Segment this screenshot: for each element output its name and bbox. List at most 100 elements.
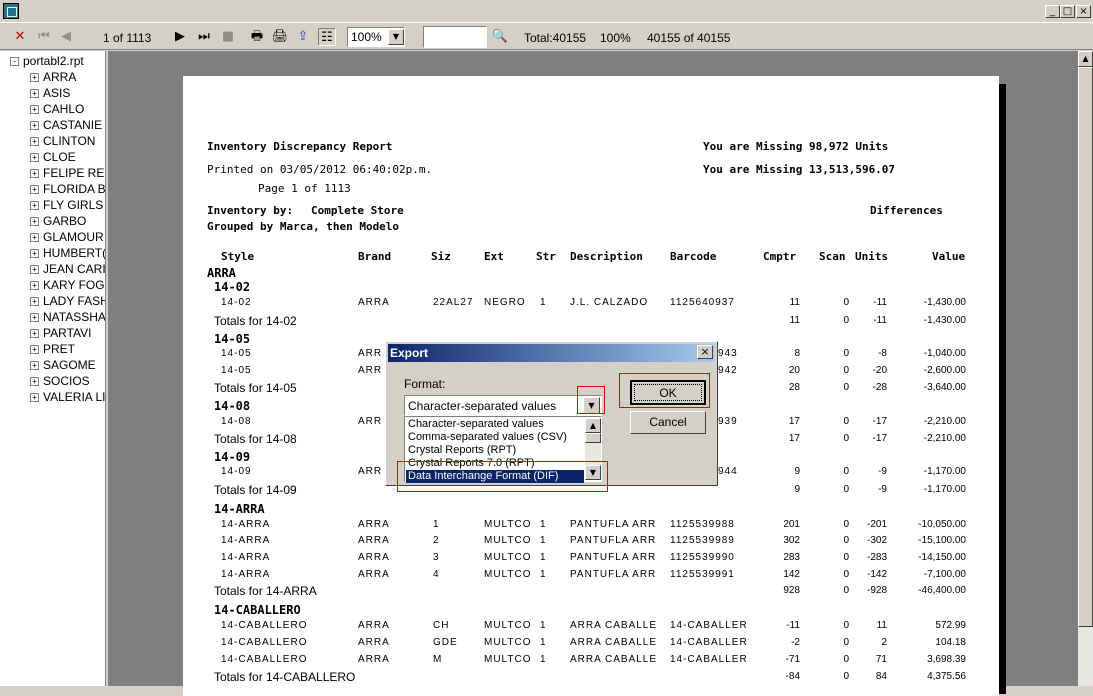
totals-units: -928 (866, 585, 887, 596)
dialog-title: Export (388, 344, 715, 362)
row-str: 1 (540, 654, 547, 665)
scroll-up-icon[interactable]: ▲ (1078, 51, 1093, 67)
expand-icon[interactable]: + (30, 169, 39, 179)
row-description: ARRA CABALLE (570, 620, 658, 631)
row-ext: MULTCO (484, 535, 532, 546)
expand-icon[interactable]: + (30, 361, 39, 371)
expand-icon[interactable]: + (30, 345, 39, 355)
header-value: Value (932, 250, 966, 263)
tree-item[interactable]: + SOCIOS (30, 373, 90, 389)
format-select[interactable]: Character-separated values ▼ (404, 395, 602, 416)
scroll-thumb[interactable] (1078, 67, 1093, 627)
last-page-icon[interactable]: ⏭ (196, 28, 212, 46)
format-option[interactable]: Comma-separated values (CSV) (406, 431, 584, 444)
row-scan: 0 (843, 348, 849, 359)
cancel-button[interactable]: Cancel (630, 411, 706, 434)
next-page-icon[interactable]: ▶ (172, 28, 188, 46)
zoom-select[interactable]: 100% ▼ (347, 27, 405, 47)
tree-item[interactable]: + NATASSHA (30, 309, 105, 325)
tree-item[interactable]: + PRET (30, 341, 75, 357)
printer-setup-icon[interactable]: 🖨 (271, 28, 289, 46)
vertical-scrollbar[interactable]: ▲ (1078, 51, 1093, 686)
previous-page-icon[interactable]: ◀ (58, 28, 74, 46)
row-description: PANTUFLA ARR (570, 569, 657, 580)
tree-item[interactable]: + CAHLO (30, 101, 84, 117)
tree-item[interactable]: + ARRA (30, 69, 76, 85)
row-size: 2 (433, 535, 440, 546)
row-cmptr: 8 (794, 348, 800, 359)
tree-item[interactable]: + ASIS (30, 85, 70, 101)
group-tree-toggle-icon[interactable]: ☷ (318, 28, 336, 46)
tree-item[interactable]: + LADY FASH (30, 293, 105, 309)
stop-loading-icon[interactable]: ■ (220, 28, 236, 46)
tree-item-label: JEAN CARI (43, 262, 106, 276)
totals-cmptr: 11 (789, 315, 800, 326)
tree-item[interactable]: + CLINTON (30, 133, 95, 149)
maximize-button[interactable]: □ (1060, 5, 1075, 18)
format-option[interactable]: Character-separated values (406, 418, 584, 431)
row-size: 22AL27 (433, 297, 474, 308)
tree-item[interactable]: + PARTAVI (30, 325, 91, 341)
print-icon[interactable]: 🖶 (248, 28, 266, 46)
list-scroll-thumb[interactable] (585, 433, 601, 443)
row-str: 1 (540, 637, 547, 648)
header-brand: Brand (358, 250, 392, 263)
expand-icon[interactable]: + (30, 217, 39, 227)
tree-item[interactable]: + GLAMOUR (30, 229, 104, 245)
tree-item[interactable]: + CASTANIE (30, 117, 102, 133)
search-input[interactable] (423, 26, 487, 48)
expand-icon[interactable]: + (30, 393, 39, 403)
zoom-value: 100% (351, 30, 382, 44)
row-brand: ARRA (358, 519, 390, 530)
expand-icon[interactable]: + (30, 153, 39, 163)
list-scroll-up-icon[interactable]: ▲ (585, 418, 601, 433)
dialog-close-button[interactable]: × (697, 345, 713, 359)
totals-units: 84 (875, 671, 887, 682)
format-option[interactable]: Crystal Reports (RPT) (406, 444, 584, 457)
tree-item[interactable]: + FLORIDA B (30, 181, 105, 197)
collapse-icon[interactable]: - (10, 57, 19, 67)
expand-icon[interactable]: + (30, 73, 39, 83)
tree-item-label: PARTAVI (43, 326, 92, 340)
binoculars-search-icon[interactable]: 🔍 (490, 28, 510, 46)
row-value: -7,100.00 (923, 569, 966, 580)
tree-item[interactable]: + CLOE (30, 149, 76, 165)
expand-icon[interactable]: + (30, 313, 39, 323)
expand-icon[interactable]: + (30, 137, 39, 147)
row-style: 14-05 (221, 348, 252, 359)
expand-icon[interactable]: + (30, 201, 39, 211)
expand-icon[interactable]: + (30, 297, 39, 307)
close-window-button[interactable]: × (1076, 5, 1091, 18)
row-cmptr: 201 (783, 519, 800, 530)
expand-icon[interactable]: + (30, 185, 39, 195)
header-style: Style (221, 250, 255, 263)
minimize-button[interactable]: _ (1045, 5, 1060, 18)
tree-item[interactable]: + HUMBERT( (30, 245, 105, 261)
expand-icon[interactable]: + (30, 377, 39, 387)
tree-item[interactable]: + FELIPE REI (30, 165, 105, 181)
tree-item[interactable]: + KARY FOG( (30, 277, 105, 293)
first-page-icon[interactable]: ⏮ (36, 28, 52, 46)
expand-icon[interactable]: + (30, 265, 39, 275)
expand-icon[interactable]: + (30, 329, 39, 339)
expand-icon[interactable]: + (30, 89, 39, 99)
totals-units: -28 (872, 382, 887, 393)
expand-icon[interactable]: + (30, 249, 39, 259)
tree-item[interactable]: + GARBO (30, 213, 86, 229)
tree-root[interactable]: - portabl2.rpt (10, 53, 84, 69)
row-units: 71 (875, 654, 887, 665)
tree-item[interactable]: + VALERIA LI (30, 389, 105, 405)
chevron-down-icon[interactable]: ▼ (388, 29, 404, 45)
header-cmptr: Cmptr (763, 250, 797, 263)
totals-label: Totals for 14-ARRA (214, 584, 317, 598)
tree-item[interactable]: + FLY GIRLS (30, 197, 103, 213)
row-units: 11 (876, 620, 887, 631)
tree-item[interactable]: + SAGOME (30, 357, 96, 373)
expand-icon[interactable]: + (30, 233, 39, 243)
stop-icon[interactable]: ✕ (12, 28, 28, 46)
expand-icon[interactable]: + (30, 105, 39, 115)
expand-icon[interactable]: + (30, 281, 39, 291)
export-icon[interactable]: ⇪ (294, 28, 312, 46)
tree-item[interactable]: + JEAN CARI (30, 261, 106, 277)
expand-icon[interactable]: + (30, 121, 39, 131)
